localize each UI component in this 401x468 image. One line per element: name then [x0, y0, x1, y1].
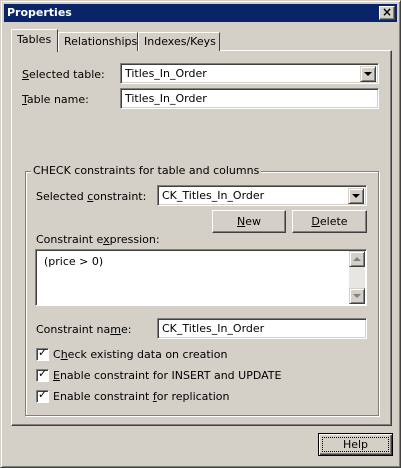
selected-table-dropdown[interactable]: Titles_In_Order	[120, 63, 379, 84]
selected-constraint-dropdown-button[interactable]	[348, 188, 364, 204]
selected-constraint-value: CK_Titles_In_Order	[162, 189, 265, 202]
constraint-expression-label: Constraint expression:	[36, 233, 160, 246]
selected-table-dropdown-button[interactable]	[360, 66, 376, 82]
checkmark-icon: ✓	[38, 346, 48, 359]
chevron-down-icon	[364, 72, 372, 76]
tab-tables[interactable]: Tables	[11, 29, 58, 52]
table-name-input[interactable]: Titles_In_Order	[120, 88, 379, 109]
table-name-value: Titles_In_Order	[125, 92, 207, 105]
chevron-down-icon	[352, 194, 360, 198]
close-button[interactable]: ×	[379, 5, 395, 20]
tab-indexes-keys[interactable]: Indexes/Keys	[138, 32, 220, 51]
checkmark-icon: ✓	[38, 388, 48, 401]
selected-constraint-label: Selected constraint:	[36, 190, 147, 203]
enable-replication-checkbox[interactable]: ✓	[36, 388, 49, 403]
tab-relationships[interactable]: Relationships	[58, 32, 138, 51]
help-button[interactable]: Help	[318, 433, 393, 456]
delete-button[interactable]: Delete	[292, 210, 367, 233]
title-bar[interactable]: Properties ×	[4, 4, 397, 22]
new-button[interactable]: New	[212, 210, 286, 233]
focus-rect	[322, 437, 389, 452]
tab-indexes-keys-label: Indexes/Keys	[144, 35, 216, 48]
tab-relationships-label: Relationships	[64, 35, 138, 48]
check-constraints-group-title: CHECK constraints for table and columns	[31, 164, 262, 177]
scroll-up-button[interactable]	[349, 251, 365, 267]
expression-scrollbar[interactable]	[349, 251, 365, 304]
selected-table-value: Titles_In_Order	[125, 67, 207, 80]
scroll-up-arrow-icon	[353, 257, 361, 261]
constraint-expression-value: (price > 0)	[44, 255, 104, 268]
checkmark-icon: ✓	[38, 367, 48, 380]
close-icon: ×	[381, 5, 393, 19]
selected-constraint-dropdown[interactable]: CK_Titles_In_Order	[157, 185, 367, 206]
constraint-name-input[interactable]: CK_Titles_In_Order	[157, 318, 367, 339]
table-name-label: Table name:	[22, 93, 89, 106]
tab-tables-label: Tables	[17, 33, 52, 46]
properties-window: Properties × Tables Relationships Indexe…	[0, 0, 401, 468]
scroll-down-button[interactable]	[349, 288, 365, 304]
constraint-name-label: Constraint name:	[36, 323, 132, 336]
constraint-name-value: CK_Titles_In_Order	[162, 322, 265, 335]
selected-table-label: Selected table:	[22, 68, 105, 81]
check-existing-data-checkbox[interactable]: ✓	[36, 346, 49, 361]
window-title: Properties	[7, 6, 72, 19]
check-existing-data-label[interactable]: Check existing data on creation	[53, 348, 227, 361]
constraint-expression-textarea[interactable]: (price > 0)	[35, 249, 367, 306]
scroll-down-arrow-icon	[353, 294, 361, 298]
enable-insert-update-checkbox[interactable]: ✓	[36, 367, 49, 382]
enable-insert-update-label[interactable]: Enable constraint for INSERT and UPDATE	[53, 369, 281, 382]
enable-replication-label[interactable]: Enable constraint for replication	[53, 390, 230, 403]
